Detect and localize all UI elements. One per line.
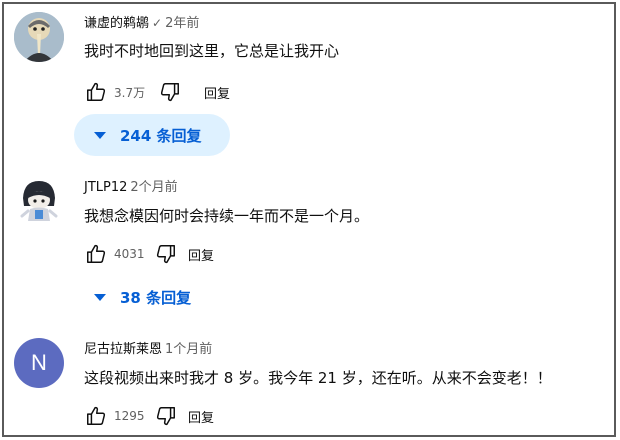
comments-panel: 谦虚的鹈鹕 ✓ 2年前 我时不时地回到这里，它总是让我开心 3.7万 回复 244 … [2,2,616,437]
view-replies-button[interactable]: 244 条回复 [74,114,230,156]
like-icon[interactable] [84,242,108,266]
verified-icon: ✓ [152,16,163,30]
reply-button[interactable]: 回复 [188,407,214,426]
like-count: 4031 [114,247,145,261]
comment-timestamp[interactable]: 2年前 [165,16,199,31]
like-icon[interactable] [84,404,108,428]
comment-actions: 4031 回复 [84,242,214,266]
avatar[interactable] [14,12,64,62]
replies-count-label: 244 条回复 [120,126,202,145]
replies-count-label: 38 条回复 [120,288,192,307]
pelican-avatar-icon [14,12,64,62]
comment-meta: 尼古拉斯莱恩 1个月前 [84,341,610,359]
like-icon[interactable] [84,80,108,104]
comment-meta: JTLP12 2个月前 [84,179,610,197]
reply-button[interactable]: 回复 [204,83,230,102]
chevron-down-icon [94,293,106,301]
dislike-icon[interactable] [158,80,182,104]
view-replies-button[interactable]: 38 条回复 [74,276,224,318]
comment-meta: 谦虚的鹈鹕 ✓ 2年前 [84,14,610,32]
like-count: 3.7万 [114,85,146,100]
comment-author[interactable]: 谦虚的鹈鹕 [84,16,149,31]
dislike-icon[interactable] [154,242,178,266]
comment-actions: 3.7万 回复 [84,80,230,104]
comment-actions: 1295 回复 [84,404,214,428]
dislike-icon[interactable] [154,404,178,428]
reply-button[interactable]: 回复 [188,245,214,264]
like-count: 1295 [114,409,145,423]
comment-text: 这段视频出来时我才 8 岁。我今年 21 岁，还在听。从来不会变老！！ [84,369,552,387]
comment-author[interactable]: 尼古拉斯莱恩 [84,342,162,357]
avatar[interactable]: N [14,338,64,388]
chibi-character-avatar-icon [14,176,64,226]
comment-author[interactable]: JTLP12 [84,180,127,195]
comment-text: 我想念模因何时会持续一年而不是一个月。 [84,207,370,225]
avatar[interactable] [14,176,64,226]
avatar-letter: N [31,350,47,375]
chevron-down-icon [94,131,106,139]
comment-timestamp[interactable]: 2个月前 [130,180,177,195]
comment-timestamp[interactable]: 1个月前 [165,342,212,357]
comment-text: 我时不时地回到这里，它总是让我开心 [84,42,340,60]
